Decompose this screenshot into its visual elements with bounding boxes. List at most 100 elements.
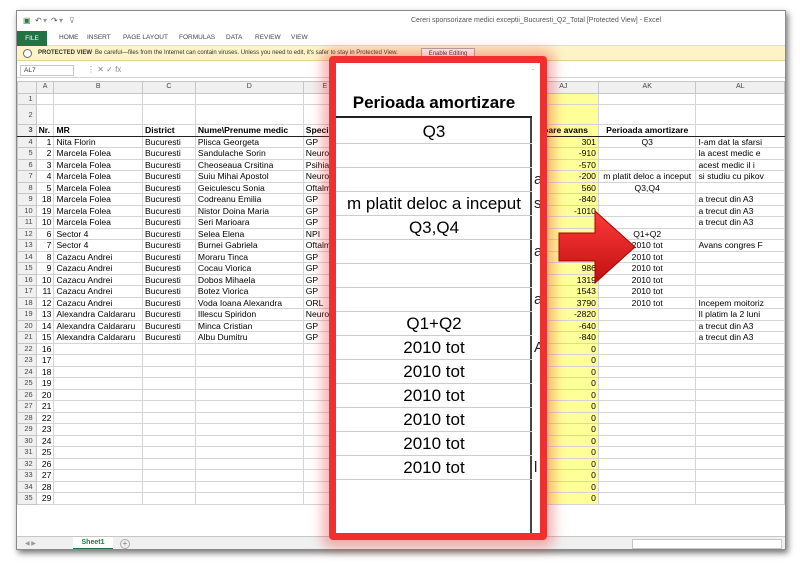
cell-district[interactable]: Bucuresti — [142, 158, 196, 171]
cell-district[interactable] — [142, 469, 196, 482]
cell-mr[interactable] — [53, 434, 144, 447]
formula-bar-icons[interactable]: ⋮ ✕ ✓ fx — [87, 65, 121, 74]
cell-nr[interactable]: 4 — [35, 170, 55, 183]
cell-mr[interactable]: Marcela Folea — [53, 158, 144, 171]
cell-mr[interactable]: Cazacu Andrei — [53, 250, 144, 263]
cell[interactable] — [695, 104, 785, 125]
cell-note[interactable] — [695, 400, 785, 413]
cell-district[interactable]: Bucuresti — [142, 296, 196, 309]
cell-nr[interactable]: 22 — [35, 411, 55, 424]
row-header[interactable]: 17 — [17, 285, 37, 298]
cell-perioada[interactable]: 2010 tot — [597, 285, 697, 298]
row-header[interactable]: 10 — [17, 204, 37, 217]
column-header[interactable]: C — [142, 81, 196, 94]
cell-mr[interactable]: Alexandra Caldararu — [53, 308, 144, 321]
row-header[interactable]: 3 — [17, 124, 37, 137]
cell-district[interactable]: Bucuresti — [142, 285, 196, 298]
cell-nume[interactable] — [194, 411, 304, 424]
cell-mr[interactable] — [53, 400, 144, 413]
tab-review[interactable]: REVIEW — [255, 34, 281, 41]
cell-district[interactable] — [142, 457, 196, 470]
cell-mr[interactable]: Cazacu Andrei — [53, 296, 144, 309]
cell-district[interactable]: Bucuresti — [142, 319, 196, 332]
cell-district[interactable]: Bucuresti — [142, 147, 196, 160]
cell-mr[interactable]: Nita Florin — [53, 135, 144, 148]
cell-district[interactable] — [142, 354, 196, 367]
cell-mr[interactable] — [53, 411, 144, 424]
cell-note[interactable] — [695, 411, 785, 424]
cell-perioada[interactable] — [597, 319, 697, 332]
add-sheet-icon[interactable]: + — [120, 539, 130, 549]
cell-district[interactable] — [142, 492, 196, 505]
cell-district[interactable]: Bucuresti — [142, 204, 196, 217]
row-header[interactable]: 23 — [17, 354, 37, 367]
cell-nr[interactable]: 11 — [35, 285, 55, 298]
cell-note[interactable] — [695, 250, 785, 263]
cell-note[interactable] — [695, 181, 785, 194]
cell-mr[interactable] — [53, 377, 144, 390]
cell-district[interactable] — [142, 342, 196, 355]
cell-nume[interactable] — [194, 388, 304, 401]
name-box[interactable]: AL7 — [20, 65, 74, 76]
cell-mr[interactable]: Sector 4 — [53, 239, 144, 252]
cell-perioada[interactable] — [597, 434, 697, 447]
undo-icon[interactable]: ↶ — [35, 16, 42, 25]
cell-nume[interactable] — [194, 457, 304, 470]
cell-note[interactable]: Avans congres F — [695, 239, 785, 252]
cell-mr[interactable] — [53, 423, 144, 436]
cell-district[interactable]: Bucuresti — [142, 227, 196, 240]
cell-perioada[interactable]: m platit deloc a inceput — [597, 170, 697, 183]
cell-note[interactable] — [695, 423, 785, 436]
cell[interactable] — [53, 92, 144, 105]
column-header[interactable]: B — [53, 81, 144, 94]
cell-note[interactable]: a trecut din A3 — [695, 319, 785, 332]
cell-nume[interactable] — [194, 434, 304, 447]
cell-nr[interactable]: 10 — [35, 273, 55, 286]
cell-nr[interactable]: 1 — [35, 135, 55, 148]
cell-nume[interactable]: Minca Cristian — [194, 319, 304, 332]
cell-nume[interactable]: Geiculescu Sonia — [194, 181, 304, 194]
cell-perioada[interactable] — [597, 469, 697, 482]
cell-nr[interactable]: 2 — [35, 147, 55, 160]
cell-nume[interactable]: Cocau Viorica — [194, 262, 304, 275]
cell-nr[interactable]: 6 — [35, 227, 55, 240]
cell[interactable] — [53, 104, 144, 125]
cell-perioada[interactable] — [597, 480, 697, 493]
cell-district[interactable]: Bucuresti — [142, 250, 196, 263]
sheet-nav-arrows[interactable]: ◀ ▶ — [25, 540, 36, 547]
row-header[interactable]: 25 — [17, 377, 37, 390]
row-header[interactable]: 4 — [17, 135, 37, 148]
cell-perioada[interactable] — [597, 492, 697, 505]
cell-nr[interactable]: 9 — [35, 262, 55, 275]
cell-mr[interactable] — [53, 480, 144, 493]
cell-nume[interactable]: Illescu Spiridon — [194, 308, 304, 321]
cell-mr[interactable]: Marcela Folea — [53, 204, 144, 217]
cell-perioada[interactable] — [597, 388, 697, 401]
cell-note[interactable] — [695, 469, 785, 482]
cell-mr[interactable]: Cazacu Andrei — [53, 262, 144, 275]
cell-district[interactable] — [142, 446, 196, 459]
cell-nume[interactable] — [194, 446, 304, 459]
cell[interactable] — [695, 92, 785, 105]
cell-district[interactable] — [142, 365, 196, 378]
cell-mr[interactable] — [53, 469, 144, 482]
column-header[interactable]: D — [194, 81, 304, 94]
row-header[interactable]: 7 — [17, 170, 37, 183]
cell-nume[interactable]: Voda Ioana Alexandra — [194, 296, 304, 309]
column-header[interactable]: A — [35, 81, 55, 94]
cell-note[interactable]: a trecut din A3 — [695, 216, 785, 229]
row-header[interactable]: 21 — [17, 331, 37, 344]
cell-note[interactable]: la acest medic e — [695, 147, 785, 160]
row-header[interactable]: 9 — [17, 193, 37, 206]
cell-nume[interactable] — [194, 480, 304, 493]
row-header[interactable]: 16 — [17, 273, 37, 286]
cell-nr[interactable]: 5 — [35, 181, 55, 194]
cell-nume[interactable] — [194, 469, 304, 482]
cell-nume[interactable] — [194, 400, 304, 413]
cell-perioada[interactable] — [597, 411, 697, 424]
cell-district[interactable] — [142, 434, 196, 447]
undo-dropdown-icon[interactable]: ▾ — [43, 16, 47, 25]
row-header[interactable]: 20 — [17, 319, 37, 332]
redo-dropdown-icon[interactable]: ▾ — [59, 16, 63, 25]
cell-nr[interactable]: 29 — [35, 492, 55, 505]
